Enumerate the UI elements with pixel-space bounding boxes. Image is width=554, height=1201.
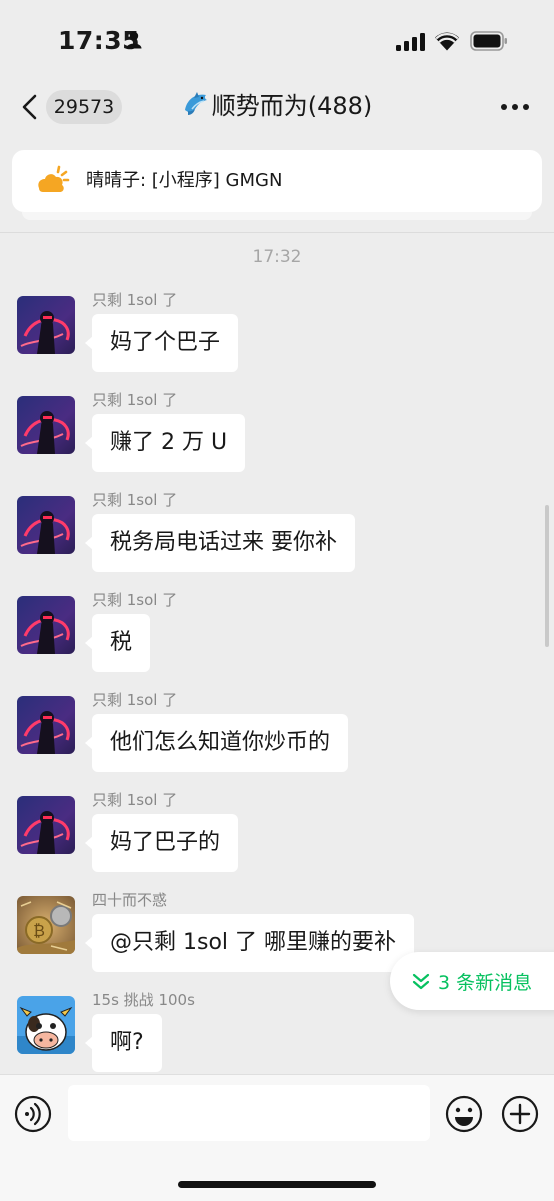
sender-name: 只剩 1sol 了 bbox=[92, 491, 178, 509]
status-bar: 17:35 bbox=[0, 0, 554, 78]
message-input[interactable] bbox=[68, 1085, 430, 1141]
message-item: 只剩 1sol 了 税务局电话过来 要你补 bbox=[17, 491, 537, 576]
message-item: 只剩 1sol 了 他们怎么知道你炒币的 bbox=[17, 691, 537, 776]
pinned-message-text: 晴晴子: [小程序] GMGN bbox=[86, 170, 283, 191]
message-bubble[interactable]: 赚了 2 万 U bbox=[84, 414, 246, 472]
dolphin-icon bbox=[184, 92, 207, 115]
home-indicator[interactable] bbox=[178, 1181, 376, 1188]
message-bubble[interactable]: 税 bbox=[84, 614, 151, 672]
message-item: 只剩 1sol 了 妈了巴子的 bbox=[17, 791, 537, 876]
svg-text:₿: ₿ bbox=[33, 921, 45, 940]
person-icon bbox=[126, 31, 142, 49]
message-timestamp: 17:32 bbox=[252, 247, 302, 267]
voice-icon[interactable] bbox=[14, 1095, 52, 1133]
sender-name: 只剩 1sol 了 bbox=[92, 291, 178, 309]
scrollbar[interactable] bbox=[545, 505, 549, 647]
message-bubble[interactable]: 税务局电话过来 要你补 bbox=[85, 514, 355, 572]
avatar[interactable] bbox=[17, 696, 75, 754]
sender-name: 只剩 1sol 了 bbox=[92, 691, 178, 709]
message-item: 只剩 1sol 了 税 bbox=[17, 591, 537, 676]
message-item: 只剩 1sol 了 妈了个巴子 bbox=[17, 291, 537, 376]
chat-header: 29573 顺势而为(488) bbox=[0, 78, 554, 136]
pinned-card-shadow bbox=[22, 212, 532, 220]
emoji-icon[interactable] bbox=[445, 1095, 483, 1133]
more-icon[interactable] bbox=[500, 103, 530, 111]
message-item: 只剩 1sol 了 赚了 2 万 U bbox=[17, 391, 537, 476]
sender-name: 只剩 1sol 了 bbox=[92, 391, 178, 409]
pinned-message[interactable]: 晴晴子: [小程序] GMGN bbox=[12, 150, 542, 212]
header-divider bbox=[0, 232, 554, 233]
chat-title[interactable]: 顺势而为(488) bbox=[0, 90, 554, 122]
message-bubble[interactable]: 妈了巴子的 bbox=[84, 814, 239, 872]
chat-title-text: 顺势而为(488) bbox=[211, 92, 373, 120]
avatar[interactable] bbox=[17, 996, 75, 1054]
message-bubble[interactable]: 他们怎么知道你炒币的 bbox=[84, 714, 349, 772]
message-bubble[interactable]: @只剩 1sol 了 哪里赚的要补 bbox=[84, 914, 415, 972]
message-bubble[interactable]: 妈了个巴子 bbox=[84, 314, 239, 372]
sender-name: 四十而不惑 bbox=[92, 891, 168, 909]
avatar[interactable] bbox=[17, 796, 75, 854]
battery-icon bbox=[470, 31, 507, 51]
chevron-double-down-icon bbox=[412, 973, 430, 990]
sender-name: 15s 挑战 100s bbox=[92, 991, 195, 1009]
sender-name: 只剩 1sol 了 bbox=[92, 791, 178, 809]
wifi-icon bbox=[435, 32, 459, 51]
avatar[interactable] bbox=[17, 596, 75, 654]
avatar[interactable] bbox=[17, 496, 75, 554]
signal-icon bbox=[396, 33, 425, 51]
plus-icon[interactable] bbox=[501, 1095, 539, 1133]
sun-icon bbox=[38, 165, 70, 192]
message-bubble[interactable]: 啊? bbox=[85, 1014, 162, 1072]
new-messages-label: 3 条新消息 bbox=[438, 972, 533, 994]
avatar[interactable]: ₿ bbox=[17, 896, 75, 954]
sender-name: 只剩 1sol 了 bbox=[92, 591, 178, 609]
avatar[interactable] bbox=[17, 396, 75, 454]
new-messages-button[interactable]: 3 条新消息 bbox=[390, 952, 554, 1010]
avatar[interactable] bbox=[17, 296, 75, 354]
